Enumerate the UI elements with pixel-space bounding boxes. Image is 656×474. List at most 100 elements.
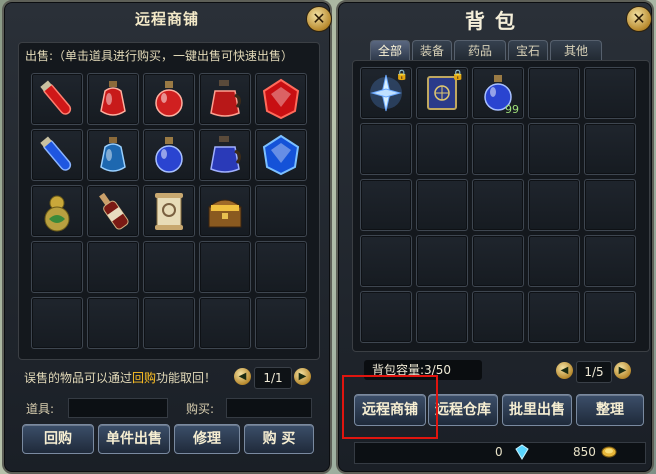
bulk-sell-button[interactable]: 批里出售 [502, 394, 572, 426]
tab-equipment[interactable]: 装备 [412, 40, 452, 60]
sort-button[interactable]: 整理 [576, 394, 644, 426]
remote-shop-panel: 远程商铺 ✕ 出售:（单击道具进行购买，一键出售可快速出售） 误售的物品可以通过… [2, 0, 332, 474]
shop-item-slot[interactable] [199, 185, 251, 237]
shop-item-slot[interactable] [31, 129, 83, 181]
shop-item-slot[interactable] [199, 129, 251, 181]
buy-button[interactable]: 购 买 [244, 424, 314, 454]
bag-item-slot[interactable] [584, 123, 636, 175]
bag-item-slot[interactable] [360, 235, 412, 287]
shop-item-slot[interactable] [31, 73, 83, 125]
bag-item-slot[interactable] [416, 179, 468, 231]
bag-item-slot[interactable] [472, 179, 524, 231]
shop-item-slot[interactable] [87, 297, 139, 349]
bag-item-slot[interactable]: 🔒 [360, 67, 412, 119]
tab-gems[interactable]: 宝石 [508, 40, 548, 60]
buyback-hint-text: 误售的物品可以通过 [24, 371, 133, 385]
lock-icon: 🔒 [395, 70, 408, 81]
shop-item-slot[interactable] [143, 241, 195, 293]
shop-item-slot[interactable] [31, 241, 83, 293]
shop-item-slot[interactable] [31, 185, 83, 237]
shop-item-slot[interactable] [143, 73, 195, 125]
shop-item-slot[interactable] [255, 241, 307, 293]
scroll-icon [147, 189, 191, 233]
item-field [68, 398, 168, 418]
shop-item-slot[interactable] [255, 73, 307, 125]
bag-item-slot[interactable] [472, 123, 524, 175]
diamond-count: 0 [495, 445, 503, 459]
red-potion-jug-icon [203, 77, 247, 121]
buyback-link[interactable]: 回购 [132, 371, 156, 385]
item-quantity: 99 [505, 103, 519, 116]
tab-medicine[interactable]: 药品 [454, 40, 506, 60]
bag-close-button[interactable]: ✕ [626, 6, 652, 32]
shop-item-slot[interactable] [87, 185, 139, 237]
bag-item-slot[interactable] [360, 291, 412, 343]
shop-item-slot[interactable] [255, 297, 307, 349]
shop-item-slot[interactable] [87, 73, 139, 125]
shop-item-slot[interactable] [199, 297, 251, 349]
bag-item-slot[interactable]: 99 [472, 67, 524, 119]
lock-icon: 🔒 [451, 70, 464, 81]
remote-warehouse-button[interactable]: 远程仓库 [428, 394, 498, 426]
treasure-chest-icon [203, 189, 247, 233]
bag-items-area: 🔒 🔒 99 [352, 60, 650, 352]
blue-potion-jug-icon [203, 133, 247, 177]
shop-item-slot[interactable] [255, 185, 307, 237]
buy-field [226, 398, 312, 418]
bag-item-slot[interactable] [584, 235, 636, 287]
bag-item-slot[interactable] [584, 179, 636, 231]
bag-item-slot[interactable] [584, 67, 636, 119]
blue-potion-round-icon [147, 133, 191, 177]
shop-item-slot[interactable] [143, 297, 195, 349]
single-sell-button[interactable]: 单件出售 [98, 424, 170, 454]
repair-button[interactable]: 修理 [174, 424, 240, 454]
bag-item-slot[interactable] [360, 123, 412, 175]
bag-item-slot[interactable] [416, 235, 468, 287]
red-potion-flask-icon [91, 77, 135, 121]
bag-item-slot[interactable] [528, 235, 580, 287]
shop-item-slot[interactable] [87, 241, 139, 293]
gold-coin-icon [601, 445, 617, 459]
gold-count: 850 [573, 445, 596, 459]
bag-title: 背包 [465, 9, 525, 33]
bag-item-slot[interactable]: 🔒 [416, 67, 468, 119]
buyback-button[interactable]: 回购 [22, 424, 94, 454]
golden-gourd-icon [35, 189, 79, 233]
blue-potion-tube-icon [35, 133, 79, 177]
shop-item-slot[interactable] [143, 185, 195, 237]
tab-all[interactable]: 全部 [370, 40, 410, 60]
blue-potion-flask-icon [91, 133, 135, 177]
shop-items-area: 出售:（单击道具进行购买，一键出售可快速出售） [18, 42, 320, 360]
shop-item-slot[interactable] [143, 129, 195, 181]
diamond-icon [513, 444, 531, 460]
tab-other[interactable]: 其他 [550, 40, 602, 60]
bag-item-slot[interactable] [472, 291, 524, 343]
shop-item-slot[interactable] [87, 129, 139, 181]
shop-item-slot[interactable] [199, 241, 251, 293]
bag-item-slot[interactable] [528, 67, 580, 119]
bag-item-slot[interactable] [472, 235, 524, 287]
bag-item-slot[interactable] [584, 291, 636, 343]
shop-prev-page-icon[interactable]: ◀ [234, 368, 251, 385]
shop-close-button[interactable]: ✕ [306, 6, 332, 32]
shop-item-slot[interactable] [199, 73, 251, 125]
shop-item-slot[interactable] [255, 129, 307, 181]
shop-next-page-icon[interactable]: ▶ [294, 368, 311, 385]
bag-item-slot[interactable] [416, 123, 468, 175]
bag-prev-page-icon[interactable]: ◀ [556, 362, 573, 379]
shop-item-slot[interactable] [31, 297, 83, 349]
bag-item-slot[interactable] [528, 291, 580, 343]
bag-item-slot[interactable] [416, 291, 468, 343]
bag-item-slot[interactable] [528, 123, 580, 175]
currency-bar: 0 850 [354, 442, 646, 464]
bag-item-slot[interactable] [528, 179, 580, 231]
item-field-label: 道具: [26, 402, 55, 416]
shop-title: 远程商铺 [134, 10, 199, 28]
shop-sell-hint: 出售:（单击道具进行购买，一键出售可快速出售） [25, 49, 294, 63]
red-potion-round-icon [147, 77, 191, 121]
buyback-hint: 误售的物品可以通过回购功能取回！ [24, 369, 216, 386]
bag-item-slot[interactable] [360, 179, 412, 231]
bag-next-page-icon[interactable]: ▶ [614, 362, 631, 379]
wine-bottle-icon [91, 189, 135, 233]
red-gem-icon [259, 77, 303, 121]
